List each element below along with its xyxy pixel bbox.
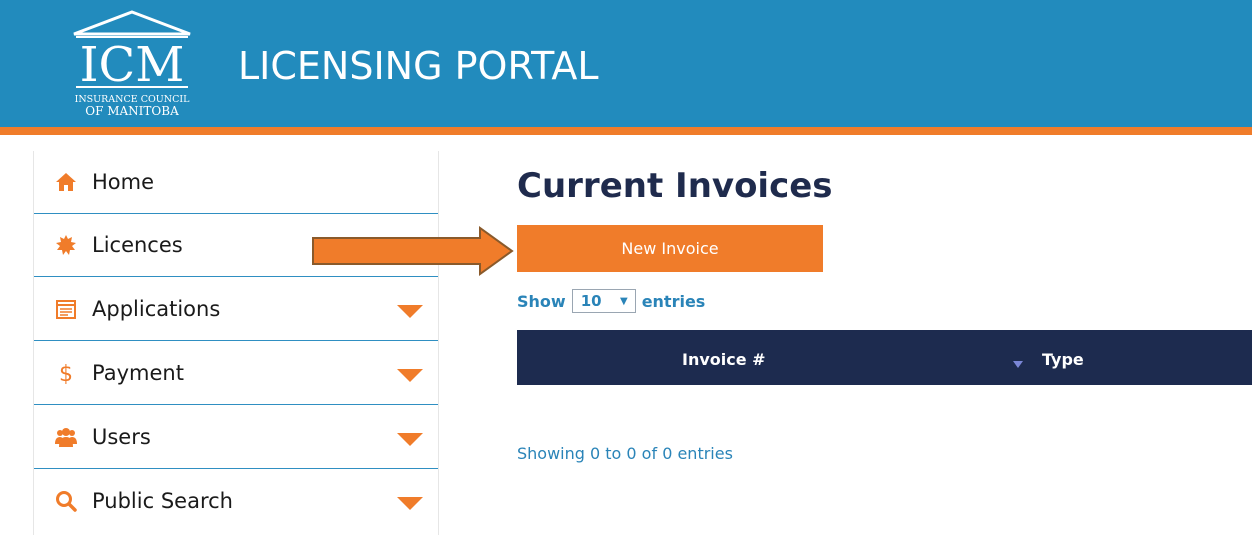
header-accent-stripe: [0, 127, 1252, 135]
sidebar-item-label: Licences: [92, 233, 183, 257]
portal-title: LICENSING PORTAL: [238, 44, 599, 88]
icm-logo[interactable]: ICM INSURANCE COUNCIL OF MANITOBA: [66, 10, 198, 120]
sidebar-item-public-search[interactable]: Public Search: [34, 470, 438, 533]
sidebar-item-label: Applications: [92, 297, 221, 321]
sidebar-item-applications[interactable]: Applications: [34, 278, 438, 341]
users-icon: [55, 428, 77, 447]
badge-icon: [56, 235, 76, 255]
entries-label: entries: [641, 291, 706, 311]
chevron-down-icon: ▼: [619, 295, 628, 307]
invoice-table-header: Invoice # Type: [517, 330, 1252, 385]
sidebar-item-label: Home: [92, 170, 155, 194]
form-icon: [56, 300, 76, 319]
logo-text: ICM: [80, 37, 185, 93]
annotation-arrow: [312, 226, 514, 276]
table-info: Showing 0 to 0 of 0 entries: [517, 444, 733, 463]
page-title: Current Invoices: [517, 166, 833, 206]
home-icon: [56, 173, 76, 191]
new-invoice-button[interactable]: New Invoice: [517, 225, 823, 272]
sidebar-item-home[interactable]: Home: [34, 151, 438, 214]
sidebar-item-label: Payment: [92, 361, 184, 385]
page-size-value: 10: [580, 292, 602, 310]
svg-text:$: $: [59, 362, 73, 384]
sidebar-item-payment[interactable]: $ Payment: [34, 342, 438, 405]
column-header-invoice[interactable]: Invoice #: [682, 350, 766, 369]
logo-subtitle-2: OF MANITOBA: [85, 104, 179, 118]
sidebar-nav: Home Licences Applications $ Payment Use…: [33, 151, 439, 535]
chevron-down-icon[interactable]: [397, 497, 423, 511]
chevron-down-icon[interactable]: [397, 305, 423, 319]
sidebar-item-users[interactable]: Users: [34, 406, 438, 469]
sidebar-item-label: Public Search: [92, 489, 233, 513]
chevron-down-icon[interactable]: [397, 369, 423, 383]
column-header-type[interactable]: Type: [1042, 350, 1084, 369]
chevron-down-icon[interactable]: [397, 433, 423, 447]
search-icon: [56, 491, 77, 512]
page-size-select[interactable]: 10 ▼: [571, 289, 636, 313]
sort-desc-icon[interactable]: [1013, 361, 1023, 368]
sidebar-item-label: Users: [92, 425, 151, 449]
header: ICM INSURANCE COUNCIL OF MANITOBA LICENS…: [0, 0, 1252, 127]
show-label: Show: [517, 291, 566, 311]
page-size-control: Show 10 ▼ entries: [517, 288, 705, 314]
dollar-icon: $: [59, 362, 73, 384]
